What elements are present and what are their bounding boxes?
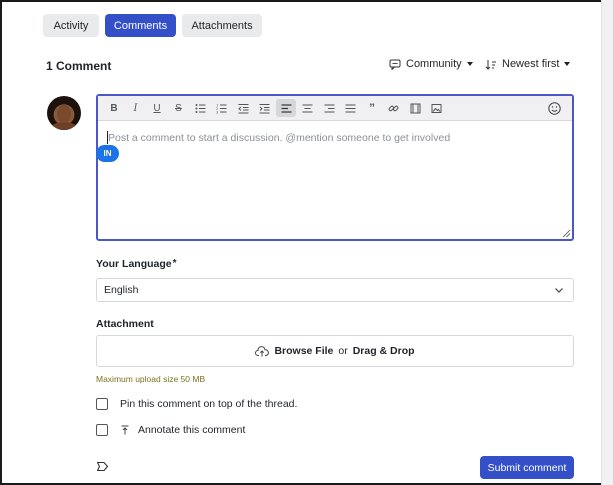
visibility-dropdown[interactable]: Community [389,58,473,70]
drag-drop-label: Drag & Drop [352,345,415,357]
dropzone-or: or [338,345,348,357]
bullet-list-icon[interactable] [190,99,210,117]
tag-icon[interactable] [96,461,109,472]
scrollbar-track[interactable] [601,0,613,485]
tab-bar: Activity Comments Attachments [43,14,262,37]
browse-file-link[interactable]: Browse File [274,345,333,357]
underline-icon[interactable]: U [147,99,167,117]
numbered-list-icon[interactable]: 123 [212,99,232,117]
align-justify-icon[interactable] [341,99,361,117]
bold-icon[interactable]: B [104,99,124,117]
annotate-label: Annotate this comment [138,424,246,436]
tab-attachments[interactable]: Attachments [182,14,262,37]
language-label: Your Language* [96,258,177,270]
editor-text-area[interactable]: Post a comment to start a discussion. @m… [96,121,572,239]
editor-placeholder: Post a comment to start a discussion. @m… [108,132,451,144]
submit-comment-button[interactable]: Submit comment [480,456,574,479]
sort-icon [485,59,496,70]
grammar-badge[interactable]: IN [96,145,119,162]
pin-icon [121,425,129,435]
chat-bubble-icon [389,59,401,70]
language-label-text: Your Language [96,258,172,270]
link-icon[interactable] [384,99,404,117]
editor-toolbar: B I U S 123 ” [98,96,572,121]
emoji-icon[interactable] [545,99,565,117]
tab-activity[interactable]: Activity [43,14,99,37]
sort-label: Newest first [502,58,560,70]
chevron-down-icon [555,288,563,293]
attachment-label: Attachment [96,318,154,330]
outdent-icon[interactable] [233,99,253,117]
annotate-option: Annotate this comment [96,424,245,436]
tab-comments[interactable]: Comments [105,14,176,37]
cloud-upload-icon [255,345,270,356]
language-selected-value: English [104,284,139,296]
svg-text:3: 3 [216,110,218,114]
annotate-checkbox[interactable] [96,424,108,436]
strikethrough-icon[interactable]: S [169,99,189,117]
comment-editor[interactable]: B I U S 123 ” Post a comment to start a … [96,94,574,241]
resize-handle[interactable] [563,230,570,237]
align-center-icon[interactable] [298,99,318,117]
video-icon[interactable] [405,99,425,117]
pin-checkbox[interactable] [96,398,108,410]
chevron-down-icon [466,62,473,66]
indent-icon[interactable] [255,99,275,117]
required-mark: * [172,258,177,269]
chevron-down-icon [564,62,571,66]
language-select[interactable]: English [96,278,574,302]
sort-dropdown[interactable]: Newest first [485,58,571,70]
pin-label: Pin this comment on top of the thread. [120,398,298,410]
upload-size-hint: Maximum upload size 50 MB [96,374,206,384]
comment-count: 1 Comment [46,59,112,73]
align-left-icon[interactable] [276,99,296,117]
image-icon[interactable] [427,99,447,117]
file-dropzone[interactable]: Browse File or Drag & Drop [96,335,574,367]
quote-icon[interactable]: ” [362,99,382,117]
avatar [47,96,81,130]
align-right-icon[interactable] [319,99,339,117]
pin-option: Pin this comment on top of the thread. [96,398,297,410]
italic-icon[interactable]: I [126,99,146,117]
visibility-label: Community [406,58,462,70]
